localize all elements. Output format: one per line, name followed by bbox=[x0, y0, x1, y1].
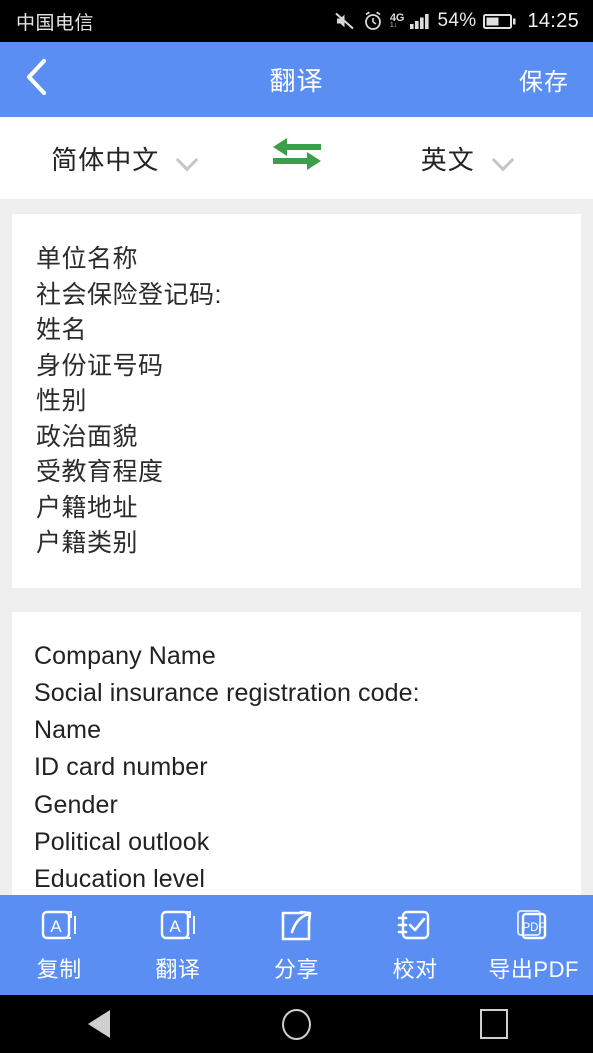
source-line: 社会保险登记码: bbox=[36, 280, 222, 309]
source-line: 户籍类别 bbox=[36, 529, 139, 557]
target-language-label: 英文 bbox=[420, 144, 475, 175]
source-line: 身份证号码 bbox=[36, 351, 164, 380]
phone-screen: 中国电信 4G 1↓ 54% 14:25 翻译 保存 简体中文 英文 单位名称 … bbox=[0, 0, 593, 1053]
translated-line: Political outlook bbox=[34, 827, 210, 856]
proofread-label: 校对 bbox=[392, 956, 438, 982]
copy-label: 复制 bbox=[36, 956, 82, 982]
source-line: 政治面貌 bbox=[36, 422, 139, 451]
swap-languages-button[interactable] bbox=[251, 136, 343, 181]
translated-line: Name bbox=[34, 716, 102, 744]
chevron-down-icon bbox=[493, 152, 515, 165]
app-bar: 翻译 保存 bbox=[0, 42, 593, 117]
share-label: 分享 bbox=[273, 956, 319, 982]
source-line: 性别 bbox=[36, 387, 88, 415]
clock-label: 14:25 bbox=[527, 9, 579, 32]
battery-icon bbox=[483, 11, 517, 31]
svg-text:PDF: PDF bbox=[522, 922, 545, 934]
translate-button[interactable]: A 翻译 bbox=[119, 907, 238, 984]
source-text-card[interactable]: 单位名称 社会保险登记码: 姓名 身份证号码 性别 政治面貌 受教育程度 户籍地… bbox=[12, 214, 581, 588]
svg-text:A: A bbox=[51, 917, 63, 936]
bottom-toolbar: A 复制 A 翻译 分享 校对 PDF 导出PDF bbox=[0, 895, 593, 995]
source-language-label: 简体中文 bbox=[51, 144, 160, 175]
nav-recents-button[interactable] bbox=[439, 995, 549, 1053]
export-pdf-icon: PDF bbox=[513, 907, 555, 945]
export-pdf-button[interactable]: PDF 导出PDF bbox=[474, 907, 593, 984]
carrier-label: 中国电信 bbox=[16, 12, 95, 34]
page-title: 翻译 bbox=[269, 66, 324, 96]
share-button[interactable]: 分享 bbox=[237, 907, 356, 984]
swap-arrows-icon bbox=[269, 136, 325, 181]
save-button[interactable]: 保存 bbox=[519, 62, 569, 97]
mute-icon bbox=[334, 11, 356, 31]
alarm-icon bbox=[363, 11, 383, 31]
target-language-selector[interactable]: 英文 bbox=[343, 140, 593, 177]
share-icon bbox=[276, 907, 316, 945]
source-line: 姓名 bbox=[36, 316, 88, 344]
svg-text:A: A bbox=[169, 917, 181, 936]
translated-line: Company Name bbox=[34, 641, 216, 670]
nav-back-button[interactable] bbox=[44, 995, 154, 1053]
source-line: 户籍地址 bbox=[36, 493, 139, 522]
source-line: 受教育程度 bbox=[36, 458, 164, 486]
proofread-check-icon bbox=[395, 907, 435, 945]
source-line: 单位名称 bbox=[36, 245, 139, 273]
battery-percent-label: 54% bbox=[437, 10, 477, 31]
copy-button[interactable]: A 复制 bbox=[0, 907, 119, 984]
signal-icon bbox=[409, 11, 431, 31]
content-area: 单位名称 社会保险登记码: 姓名 身份证号码 性别 政治面貌 受教育程度 户籍地… bbox=[0, 200, 593, 895]
translated-line: Social insurance registration code: bbox=[34, 678, 420, 707]
android-nav-bar bbox=[0, 995, 593, 1053]
translate-icon: A bbox=[158, 907, 198, 945]
chevron-down-icon bbox=[177, 152, 199, 165]
back-button[interactable] bbox=[0, 42, 74, 117]
status-bar: 中国电信 4G 1↓ 54% 14:25 bbox=[0, 0, 593, 42]
translated-line: Gender bbox=[34, 790, 118, 819]
translate-label: 翻译 bbox=[155, 956, 201, 982]
status-icons-group: 4G 1↓ 54% 14:25 bbox=[334, 10, 579, 33]
chevron-left-icon bbox=[24, 57, 50, 102]
language-selector-bar: 简体中文 英文 bbox=[0, 117, 593, 200]
back-triangle-icon bbox=[87, 1010, 110, 1038]
translated-line: ID card number bbox=[34, 753, 208, 782]
nav-home-button[interactable] bbox=[241, 995, 351, 1053]
translated-line: Education level bbox=[34, 865, 206, 893]
translated-text-card[interactable]: Company Name Social insurance registrati… bbox=[12, 611, 581, 895]
source-language-selector[interactable]: 简体中文 bbox=[0, 140, 251, 177]
recents-square-icon bbox=[480, 1009, 509, 1039]
export-pdf-label: 导出PDF bbox=[488, 956, 579, 982]
copy-text-icon: A bbox=[39, 907, 79, 945]
home-circle-icon bbox=[281, 1008, 311, 1040]
network-type-label: 4G 1↓ bbox=[389, 11, 405, 29]
proofread-button[interactable]: 校对 bbox=[356, 907, 475, 984]
